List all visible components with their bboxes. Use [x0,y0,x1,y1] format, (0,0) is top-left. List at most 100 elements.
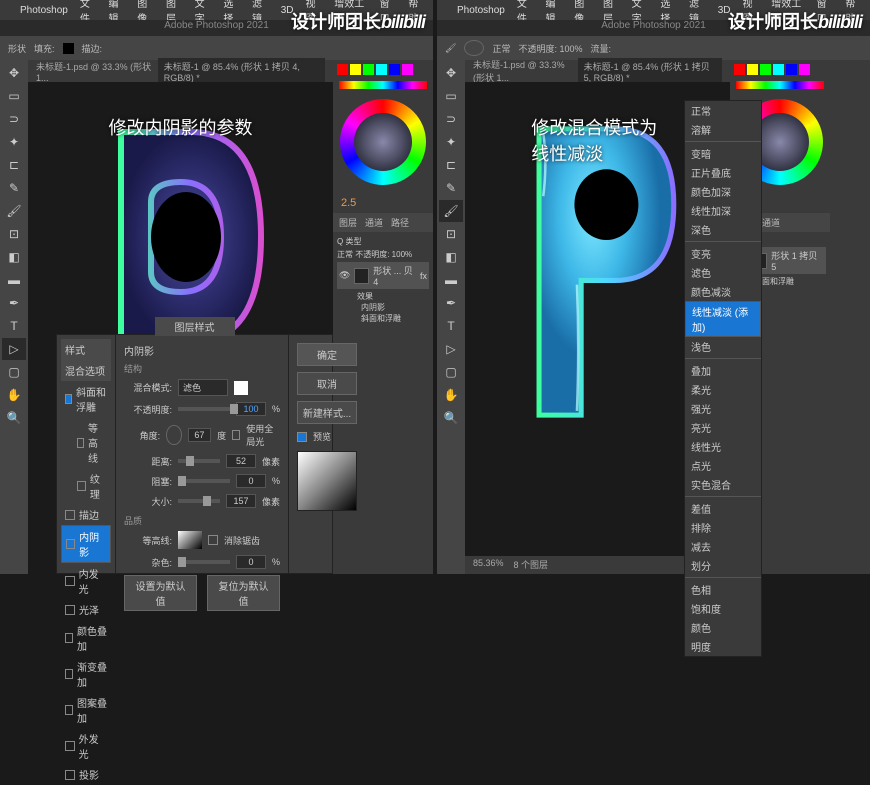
fx-inner-glow[interactable]: 内发光 [61,563,111,599]
eyedropper-tool[interactable]: ✎ [2,177,26,199]
fx-drop-shadow[interactable]: 投影 [61,764,111,785]
contour-picker[interactable] [178,531,202,549]
options-bar: 🖌 正常 不透明度: 100% 流量: [437,36,870,60]
blend-dissolve[interactable]: 溶解 [685,120,761,139]
swatches [333,60,433,79]
blend-mode-select[interactable]: 滤色 [178,379,228,396]
fx-inner-shadow[interactable]: 内阴影 [61,525,111,563]
antialias[interactable]: 消除锯齿 [224,534,260,547]
collapsed-panels[interactable] [830,60,870,574]
zoom-level[interactable]: 85.36% [473,558,504,572]
global-light[interactable]: 使用全局光 [246,422,280,448]
ok-button[interactable]: 确定 [297,343,357,366]
fx-satin[interactable]: 光泽 [61,599,111,620]
doc-tab-1[interactable]: 未标题-1.psd @ 33.3% (形状 1... [36,60,152,83]
brush-preview[interactable] [464,40,484,56]
opacity-label: 不透明度: [124,403,172,416]
zoom-tool[interactable]: 🔍 [2,407,26,429]
swatch[interactable] [337,64,348,75]
doc-info: 8 个图层 [514,558,549,572]
opacity-value[interactable]: 100 [236,402,266,416]
watermark: 设计师团长bilibili [728,8,862,34]
size-label: 大小: [124,495,172,508]
fill-swatch[interactable] [63,43,74,54]
preview-checkbox[interactable] [297,432,307,442]
screen-right: Photoshop文件编辑图像图层文字选择滤镜3D视图增效工具窗口帮助 Adob… [437,0,870,574]
dialog-title: 图层样式 [155,317,235,336]
blend-options[interactable]: 混合选项 [61,360,111,381]
noise-slider[interactable] [178,560,230,564]
set-default-button[interactable]: 设置为默认值 [124,575,197,611]
path-tool[interactable]: ▷ [2,338,26,360]
watermark: 设计师团长bilibili [291,8,425,34]
size-slider[interactable] [178,499,220,503]
caption-text: 修改混合模式为线性减淡 [531,114,664,166]
shape-tool[interactable]: ▢ [2,361,26,383]
color-wheel[interactable] [340,99,426,185]
quality-label: 品质 [124,514,280,527]
fx-gradient-overlay[interactable]: 渐变叠加 [61,656,111,692]
pen-tool[interactable]: ✒ [2,292,26,314]
fx-texture[interactable]: 纹理 [61,468,111,504]
preview-thumbnail [297,451,357,511]
distance-value[interactable]: 52 [226,454,256,468]
doc-tab-2[interactable]: 未标题-1 @ 85.4% (形状 1 拷贝 4, RGB/8) * [158,58,325,85]
blend-normal[interactable]: 正常 [685,101,761,120]
cancel-button[interactable]: 取消 [297,372,357,395]
shadow-color[interactable] [234,381,248,395]
angle-value[interactable]: 67 [188,428,212,442]
new-style-button[interactable]: 新建样式... [297,401,357,424]
marquee-tool[interactable]: ▭ [2,85,26,107]
reset-default-button[interactable]: 复位为默认值 [207,575,280,611]
eraser-tool[interactable]: ◧ [2,246,26,268]
layer-effect-bevel[interactable]: 斜面和浮雕 [337,313,429,324]
noise-value[interactable]: 0 [236,555,266,569]
size-value[interactable]: 157 [226,494,256,508]
lasso-tool[interactable]: ⊃ [2,108,26,130]
brush-tool[interactable]: 🖌 [2,200,26,222]
fx-contour[interactable]: 等高线 [61,417,111,468]
choke-slider[interactable] [178,479,230,483]
hand-tool[interactable]: ✋ [2,384,26,406]
blend-select[interactable]: 正常 [492,42,510,55]
brush-tool[interactable]: 🖌 [439,200,463,222]
opt-fill: 填充: [34,42,55,55]
menu-photoshop[interactable]: Photoshop [20,5,68,16]
section-title: 内阴影 [124,343,280,358]
choke-label: 阻塞: [124,475,172,488]
layer-effects[interactable]: 效果 [337,291,429,302]
wand-tool[interactable]: ✦ [2,131,26,153]
right-panels: 2.5 图层通道 Q 类型 👁形状 1 拷贝 5 斜面和浮雕 正常 溶解 变暗 … [730,60,830,574]
caption-text: 修改内阴影的参数 [109,114,253,140]
layer-style-dialog: 图层样式 样式 混合选项 斜面和浮雕 等高线 纹理 描边 内阴影 内发光 光泽 … [56,334,333,574]
stamp-tool[interactable]: ⊡ [2,223,26,245]
color-value: 2.5 [333,193,433,213]
fx-stroke[interactable]: 描边 [61,504,111,525]
styles-header[interactable]: 样式 [61,339,111,360]
structure-label: 结构 [124,362,280,375]
visibility-icon[interactable]: 👁 [339,270,350,281]
toolbar: ✥ ▭ ⊃ ✦ ⊏ ✎ 🖌 ⊡ ◧ ▬ ✒ T ▷ ▢ ✋ 🔍 [0,60,28,574]
options-bar: 形状 填充: 描边: [0,36,433,60]
angle-label: 角度: [124,429,160,442]
fx-pattern-overlay[interactable]: 图案叠加 [61,692,111,728]
layer-effect-inner-shadow[interactable]: 内阴影 [337,302,429,313]
opt-shape[interactable]: 形状 [8,42,26,55]
choke-value[interactable]: 0 [236,474,266,488]
move-tool[interactable]: ✥ [2,62,26,84]
fx-outer-glow[interactable]: 外发光 [61,728,111,764]
layer-item[interactable]: 👁形状 ... 贝 4fx [337,262,429,289]
hue-strip[interactable] [339,81,427,89]
hue-strip[interactable] [736,81,824,89]
crop-tool[interactable]: ⊏ [2,154,26,176]
fx-color-overlay[interactable]: 颜色叠加 [61,620,111,656]
text-tool[interactable]: T [2,315,26,337]
blend-linear-dodge[interactable]: 线性减淡 (添加) [685,301,761,337]
angle-dial[interactable] [166,425,182,445]
dialog-settings: 内阴影 结构 混合模式:滤色 不透明度:100% 角度:67度使用全局光 距离:… [116,335,288,573]
fx-bevel[interactable]: 斜面和浮雕 [61,381,111,417]
opacity-slider[interactable] [178,407,230,411]
gradient-tool[interactable]: ▬ [2,269,26,291]
distance-slider[interactable] [178,459,220,463]
blend-mode-dropdown: 正常 溶解 变暗 正片叠底 颜色加深 线性加深 深色 变亮 滤色 颜色减淡 线性… [684,100,762,657]
